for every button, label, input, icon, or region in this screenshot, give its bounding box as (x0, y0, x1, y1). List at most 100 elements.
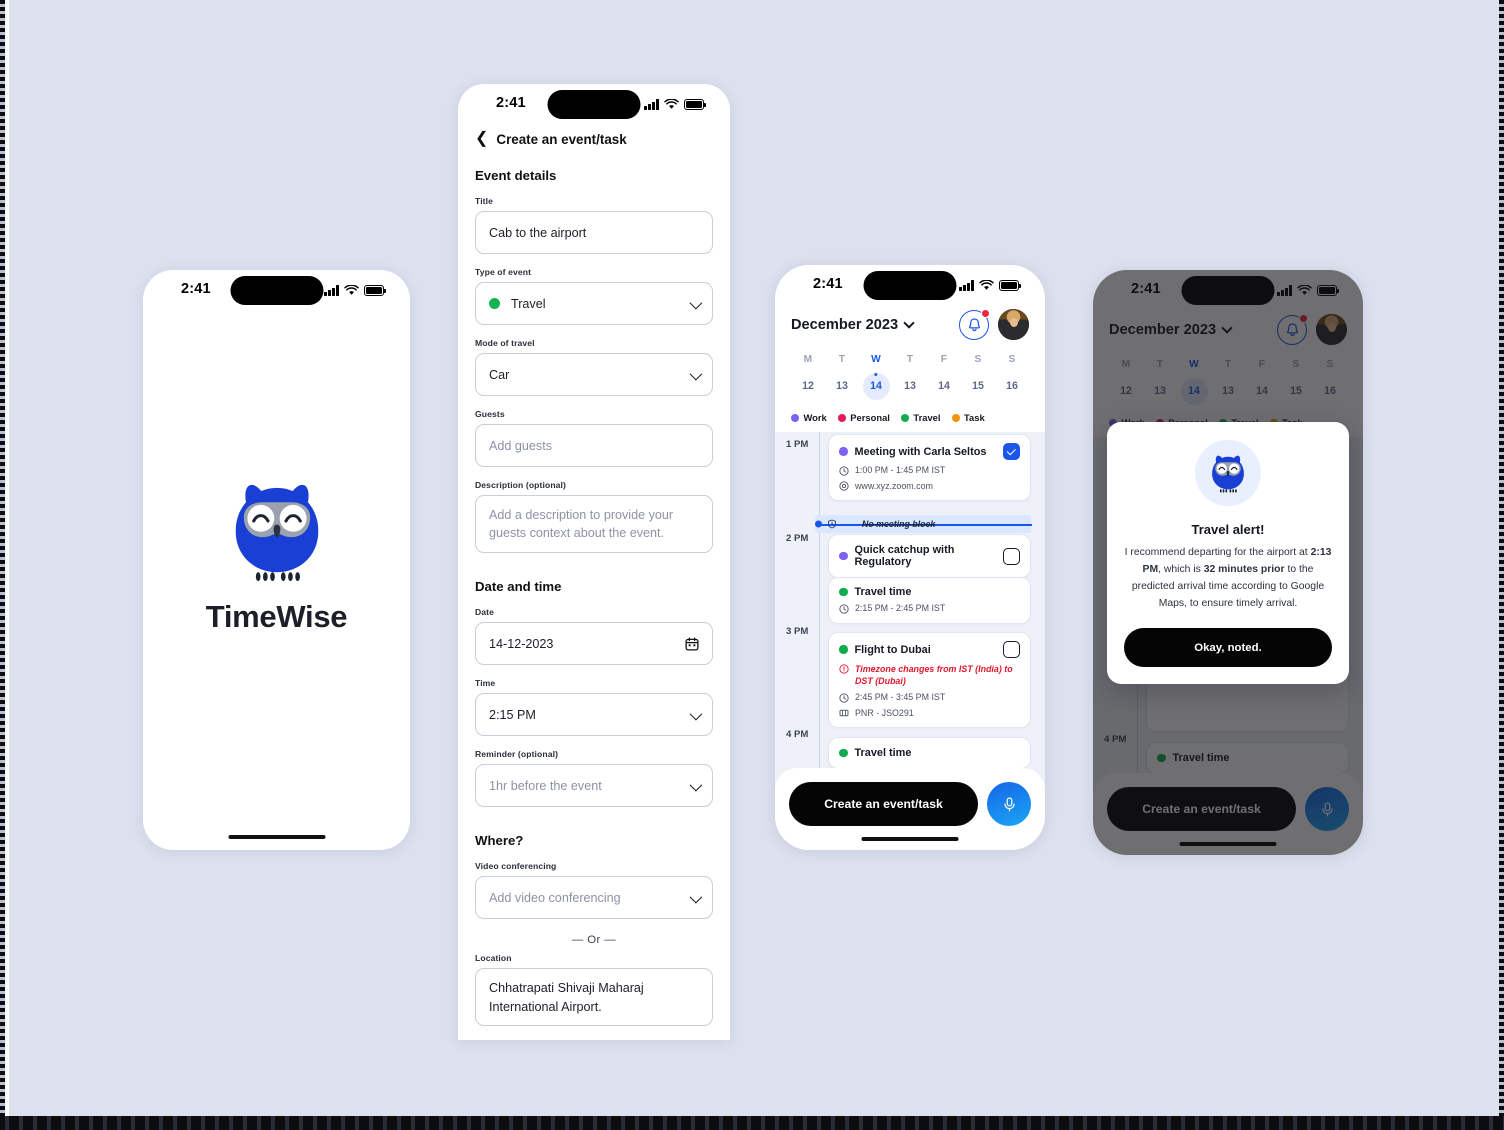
clock-icon (839, 465, 849, 476)
create-event-button[interactable]: Create an event/task (789, 782, 978, 826)
type-of-event-select[interactable]: Travel (475, 282, 713, 325)
week-day-3[interactable]: T 13 (1211, 359, 1245, 405)
month-selector[interactable]: December 2023 (791, 317, 915, 333)
dynamic-island (863, 271, 957, 300)
video-conferencing-select[interactable]: Add video conferencing (475, 876, 713, 919)
event-checkbox[interactable] (1003, 641, 1020, 658)
weekday-number: 12 (1120, 385, 1132, 397)
calendar-header: December 2023 M 12 T 13 W 14 T 13 F 14 S… (775, 305, 1045, 432)
user-avatar[interactable] (1316, 314, 1347, 345)
date-input[interactable]: 14-12-2023 (475, 622, 713, 665)
canvas-bottom-edge (0, 1116, 1504, 1130)
week-day-1[interactable]: T 13 (1143, 359, 1177, 405)
weekday-label: S (1326, 359, 1334, 370)
legend-item-task: Task (951, 412, 985, 423)
alert-minutes-prior: 32 minutes prior (1203, 563, 1285, 575)
week-day-4[interactable]: F 14 (1245, 359, 1279, 405)
owl-logo-icon (1207, 453, 1249, 493)
week-day-3[interactable]: T 13 (893, 354, 927, 400)
weekday-number: 16 (1006, 380, 1018, 392)
alert-confirm-button[interactable]: Okay, noted. (1124, 628, 1332, 668)
event-checkbox[interactable] (1003, 547, 1020, 565)
weekday-label: T (1156, 359, 1164, 370)
wifi-icon (344, 285, 359, 295)
time-value: 2:15 PM (489, 707, 536, 722)
time-select[interactable]: 2:15 PM (475, 693, 713, 736)
battery-full-icon (364, 285, 387, 296)
event-card[interactable]: Quick catchup with Regulatory (828, 534, 1031, 578)
status-bar: 2:41 (143, 270, 410, 310)
week-day-0[interactable]: M 12 (791, 354, 825, 400)
week-day-1[interactable]: T 13 (825, 354, 859, 400)
description-textarea[interactable]: Add a description to provide your guests… (475, 495, 713, 553)
voice-input-button[interactable] (987, 782, 1031, 826)
dynamic-island (547, 90, 641, 119)
create-event-button[interactable]: Create an event/task (1107, 787, 1296, 831)
event-card[interactable]: Meeting with Carla Seltos 1:00 PM - 1:45… (828, 434, 1031, 501)
week-day-4[interactable]: F 14 (927, 354, 961, 400)
label-date: Date (475, 607, 495, 617)
phone-travel-alert-screen: 2:41 December 2023 M 12 T 13 W 14 T 13 F… (1093, 270, 1363, 855)
location-input[interactable]: Chhatrapati Shivaji Maharaj Internationa… (475, 968, 713, 1026)
event-card[interactable]: Travel time 2:15 PM - 2:45 PM IST (828, 577, 1031, 624)
event-type-color-dot (489, 298, 500, 309)
link-icon (839, 481, 849, 491)
event-meta-time: 2:15 PM - 2:45 PM IST (839, 603, 1020, 614)
event-pnr-text: PNR - JSO291 (855, 707, 914, 718)
event-time-text: 2:45 PM - 3:45 PM IST (855, 692, 946, 703)
weekday-number: 13 (1154, 385, 1166, 397)
chevron-down-icon (689, 778, 703, 791)
week-day-6[interactable]: S 16 (995, 354, 1029, 400)
alert-body: I recommend departing for the airport at… (1124, 545, 1332, 612)
legend-item-personal: Personal (837, 412, 890, 423)
event-title: Travel time (854, 586, 912, 598)
month-selector[interactable]: December 2023 (1109, 322, 1233, 338)
voice-input-button[interactable] (1305, 787, 1349, 831)
week-day-5[interactable]: S 15 (961, 354, 995, 400)
phone-create-event-screen: 2:41 ❮ Create an event/task Event detail… (458, 84, 730, 1040)
status-bar-icons (1277, 282, 1340, 296)
guests-placeholder: Add guests (489, 438, 553, 453)
legend-label: Work (803, 412, 827, 423)
mode-of-travel-select[interactable]: Car (475, 353, 713, 396)
weekday-label: M (803, 354, 813, 365)
event-meta-warning: Timezone changes from IST (India) to DST… (839, 663, 1020, 687)
field-title: Title Cab to the airport (475, 196, 713, 254)
phone-splash-screen: 2:41 TimeWise (143, 270, 410, 850)
bell-icon (968, 317, 980, 331)
user-avatar[interactable] (998, 309, 1029, 340)
travel-alert-dialog: Travel alert! I recommend departing for … (1107, 422, 1349, 685)
guests-input[interactable]: Add guests (475, 424, 713, 467)
week-day-2-selected[interactable]: W 14 (859, 354, 893, 400)
chevron-left-icon[interactable]: ❮ (475, 131, 488, 147)
calendar-timeline[interactable]: 1 PM 2 PM 3 PM 4 PM Meeting with Carla S… (775, 432, 1045, 850)
week-day-5[interactable]: S 15 (1279, 359, 1313, 405)
event-checkbox[interactable] (1003, 443, 1020, 460)
shield-clock-icon (828, 519, 836, 529)
no-meeting-block-marker: No meeting block (815, 515, 1032, 533)
status-bar-time: 2:41 (813, 276, 843, 292)
clock-icon (839, 692, 849, 703)
title-value: Cab to the airport (489, 225, 587, 240)
wifi-icon (664, 99, 679, 109)
chevron-down-icon (689, 296, 703, 309)
alert-clock-icon (839, 663, 849, 674)
reminder-select[interactable]: 1hr before the event (475, 764, 713, 807)
alert-body-part-2: , which is (1158, 563, 1204, 575)
title-input[interactable]: Cab to the airport (475, 211, 713, 254)
weekday-label: F (1258, 359, 1266, 370)
notifications-button[interactable] (959, 308, 990, 340)
field-time: Time 2:15 PM (475, 678, 713, 736)
label-type-of-event: Type of event (475, 267, 532, 277)
wifi-icon (979, 280, 994, 290)
event-card[interactable]: Flight to Dubai Timezone changes from IS… (828, 632, 1031, 729)
week-day-0[interactable]: M 12 (1109, 359, 1143, 405)
week-day-2-selected[interactable]: W 14 (1177, 359, 1211, 405)
week-day-6[interactable]: S 16 (1313, 359, 1347, 405)
type-of-event-value: Travel (511, 296, 546, 311)
weekday-number: 13 (836, 380, 848, 392)
weekday-number: 15 (972, 380, 984, 392)
weekday-number: 13 (1222, 385, 1234, 397)
notifications-button[interactable] (1277, 313, 1308, 345)
event-card[interactable]: Travel time (828, 737, 1031, 769)
